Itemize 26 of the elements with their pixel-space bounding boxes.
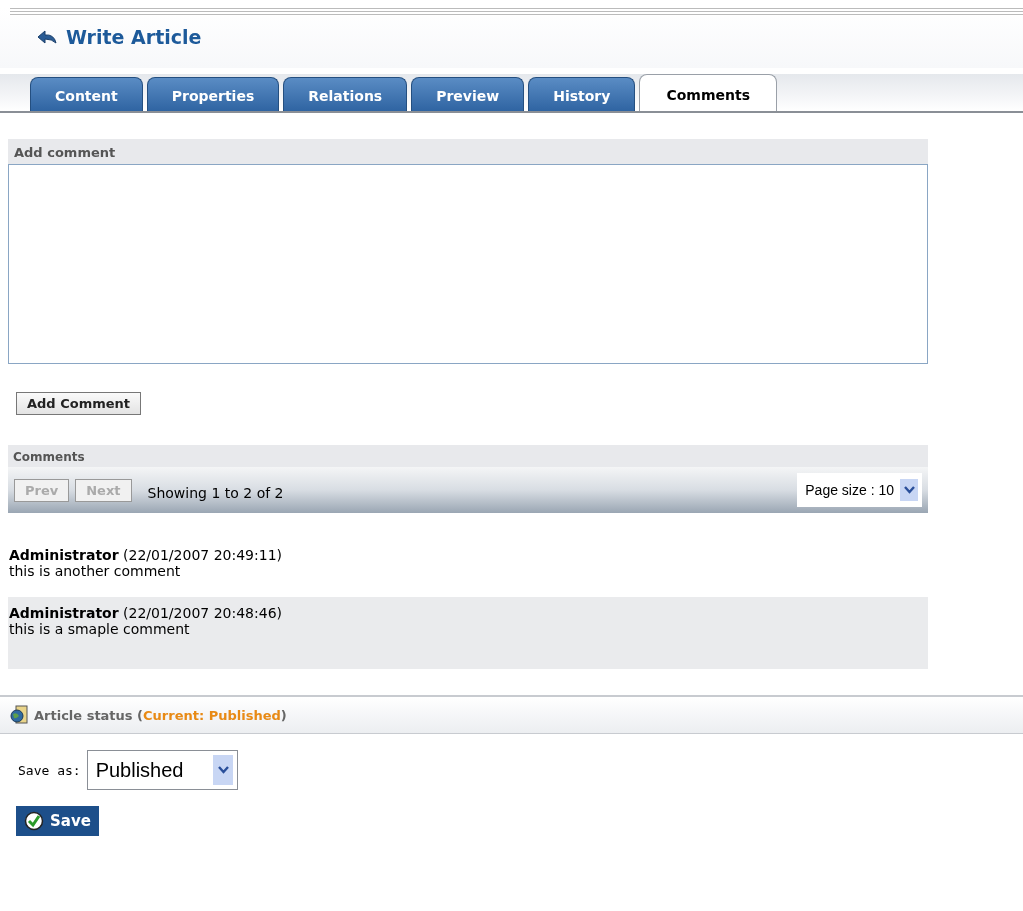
chevron-down-icon <box>217 766 229 774</box>
save-as-select[interactable]: Published <box>86 750 239 790</box>
comment-header: Administrator (22/01/2007 20:49:11) <box>9 547 283 563</box>
chevron-down-icon <box>903 486 915 494</box>
tab[interactable]: Preview <box>411 77 525 111</box>
page-size-select[interactable]: Page size : 10 <box>797 473 922 507</box>
article-status-title: Article status (Current: Published) <box>34 707 287 723</box>
pager-status: Showing 1 to 2 of 2 <box>147 485 284 501</box>
comment-text: this is another comment <box>9 563 182 579</box>
page-title: Write Article <box>66 26 202 48</box>
tab[interactable]: Content <box>30 77 143 111</box>
tab[interactable]: Comments <box>639 74 777 111</box>
save-button[interactable]: Save <box>16 806 99 836</box>
back-arrow-icon <box>36 29 58 45</box>
tab[interactable]: Properties <box>146 77 280 111</box>
comment-text: this is a smaple comment <box>9 621 191 637</box>
comment-field[interactable] <box>8 164 928 364</box>
comment-header: Administrator (22/01/2007 20:48:46) <box>9 605 283 621</box>
tab[interactable]: History <box>528 77 636 111</box>
section-heading: Add comment <box>8 139 928 164</box>
add-comment-button[interactable]: Add Comment <box>16 392 142 415</box>
document-globe-icon <box>10 705 28 725</box>
tab[interactable]: Relations <box>283 77 408 111</box>
save-as-label: Save as: <box>18 762 81 778</box>
checkmark-icon <box>24 811 44 831</box>
section-heading: Comments <box>8 445 928 467</box>
